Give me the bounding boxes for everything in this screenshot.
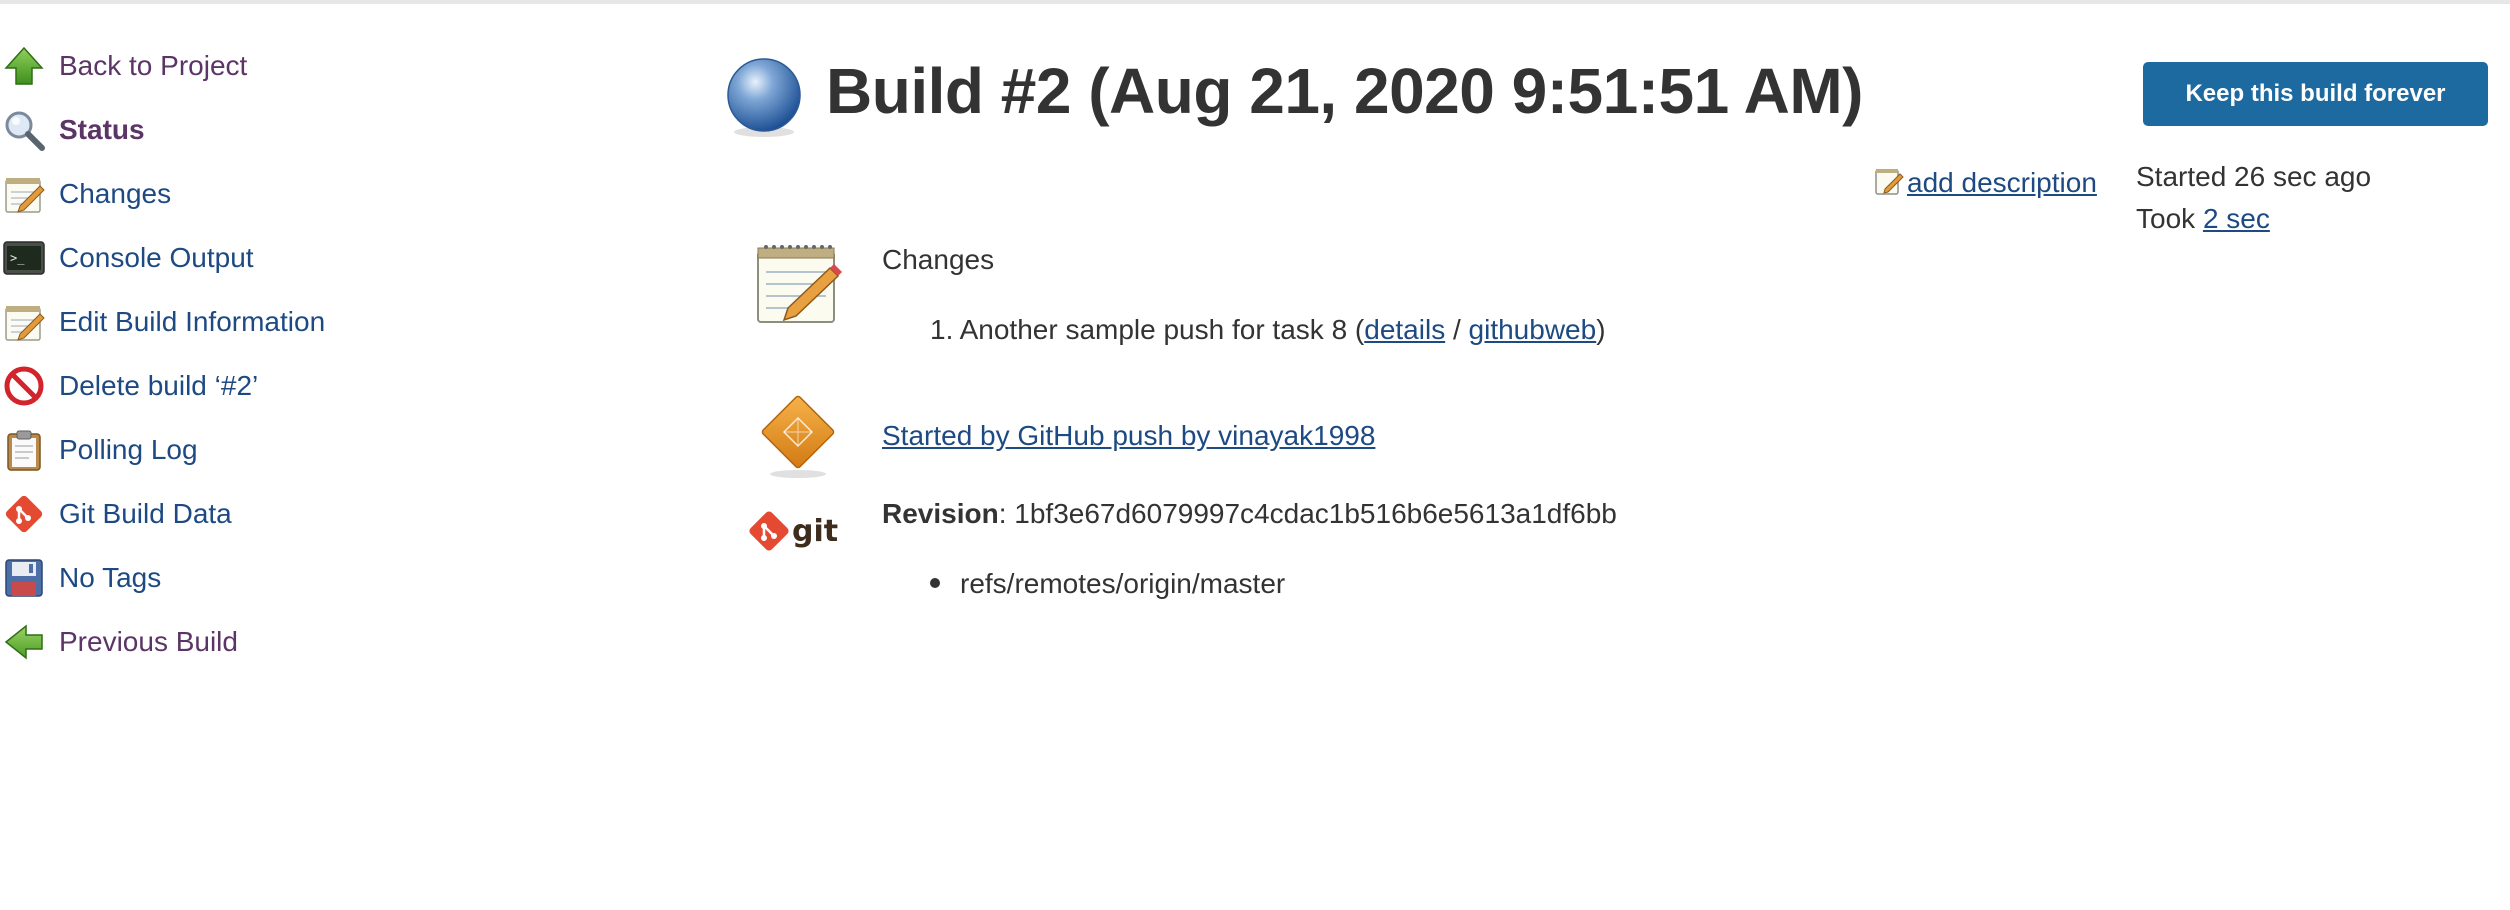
sidebar-item-previous-build[interactable]: Previous Build [0, 610, 520, 674]
svg-text:git: git [792, 514, 838, 549]
keep-build-forever-button[interactable]: Keep this build forever [2143, 62, 2488, 126]
build-cause-icon [754, 392, 842, 480]
sidebar-item-back-to-project[interactable]: Back to Project [0, 34, 520, 98]
magnifier-icon [2, 108, 46, 152]
list-item: 1. Another sample push for task 8 (detai… [930, 314, 1606, 345]
bullet [930, 577, 940, 588]
sidebar-item-label[interactable]: Changes [59, 162, 171, 226]
sidebar-item-label[interactable]: Git Build Data [59, 482, 232, 546]
git-icon [2, 492, 46, 536]
revision-label: Revision [882, 498, 999, 529]
sidebar-item-no-tags[interactable]: No Tags [0, 546, 520, 610]
duration-prefix: Took [2136, 203, 2196, 234]
sidebar-item-git-build-data[interactable]: Git Build Data [0, 482, 520, 546]
up-arrow-icon [2, 44, 46, 88]
sidebar-item-label[interactable]: Polling Log [59, 418, 198, 482]
sidebar-item-label[interactable]: No Tags [59, 546, 161, 610]
terminal-icon: >_ [2, 236, 46, 280]
add-description-label[interactable]: add description [1907, 167, 2097, 199]
sidebar-item-edit-build-information[interactable]: Edit Build Information [0, 290, 520, 354]
no-entry-icon [2, 364, 46, 408]
duration: Took 2 sec [2136, 198, 2371, 240]
sidebar-item-label[interactable]: Previous Build [59, 610, 238, 674]
build-cause-link[interactable]: Started by GitHub push by vinayak1998 [882, 414, 1375, 458]
notepad-icon [752, 238, 842, 328]
clipboard-icon [2, 428, 46, 472]
sidebar-item-status[interactable]: Status [0, 98, 520, 162]
change-message: Another sample push for task 8 [959, 314, 1348, 345]
left-arrow-icon [2, 620, 46, 664]
notepad-icon [2, 172, 46, 216]
branch-name: refs/remotes/origin/master [960, 568, 1286, 599]
change-details-link[interactable]: details [1364, 314, 1445, 345]
revision-hash: 1bf3e67d6079997c4cdac1b516b6e5613a1df6bb [1014, 498, 1617, 529]
list-item: refs/remotes/origin/master [930, 562, 1285, 606]
git-logo-icon: git [748, 508, 848, 558]
sidebar-item-label[interactable]: Delete build ‘#2’ [59, 354, 258, 418]
changes-heading: Changes [882, 244, 995, 275]
sidebar-item-label[interactable]: Back to Project [59, 34, 247, 98]
started-time: Started 26 sec ago [2136, 161, 2372, 192]
edit-note-icon [1873, 165, 1905, 202]
duration-link[interactable]: 2 sec [2203, 203, 2270, 234]
sidebar-item-console-output[interactable]: >_ Console Output [0, 226, 520, 290]
sidebar-item-label[interactable]: Status [59, 98, 145, 162]
change-githubweb-link[interactable]: githubweb [1469, 314, 1597, 345]
floppy-disk-icon [2, 556, 46, 600]
sidebar: Back to Project Status Changes >_ Consol… [0, 34, 520, 674]
top-border [0, 0, 2510, 4]
sidebar-item-changes[interactable]: Changes [0, 162, 520, 226]
blue-ball-icon [724, 56, 804, 138]
page-title: Build #2 (Aug 21, 2020 9:51:51 AM) [826, 55, 1863, 127]
sidebar-item-delete-build[interactable]: Delete build ‘#2’ [0, 354, 520, 418]
git-revision: Revision: 1bf3e67d6079997c4cdac1b516b6e5… [882, 498, 1617, 529]
change-separator: / [1452, 314, 1461, 345]
notepad-icon [2, 300, 46, 344]
build-meta: Started 26 sec ago Took 2 sec [2136, 156, 2371, 240]
svg-text:>_: >_ [10, 251, 25, 265]
add-description-link[interactable]: add description [1873, 160, 2097, 206]
sidebar-item-polling-log[interactable]: Polling Log [0, 418, 520, 482]
sidebar-item-label[interactable]: Console Output [59, 226, 254, 290]
sidebar-item-label[interactable]: Edit Build Information [59, 290, 325, 354]
change-number: 1. [930, 314, 954, 345]
